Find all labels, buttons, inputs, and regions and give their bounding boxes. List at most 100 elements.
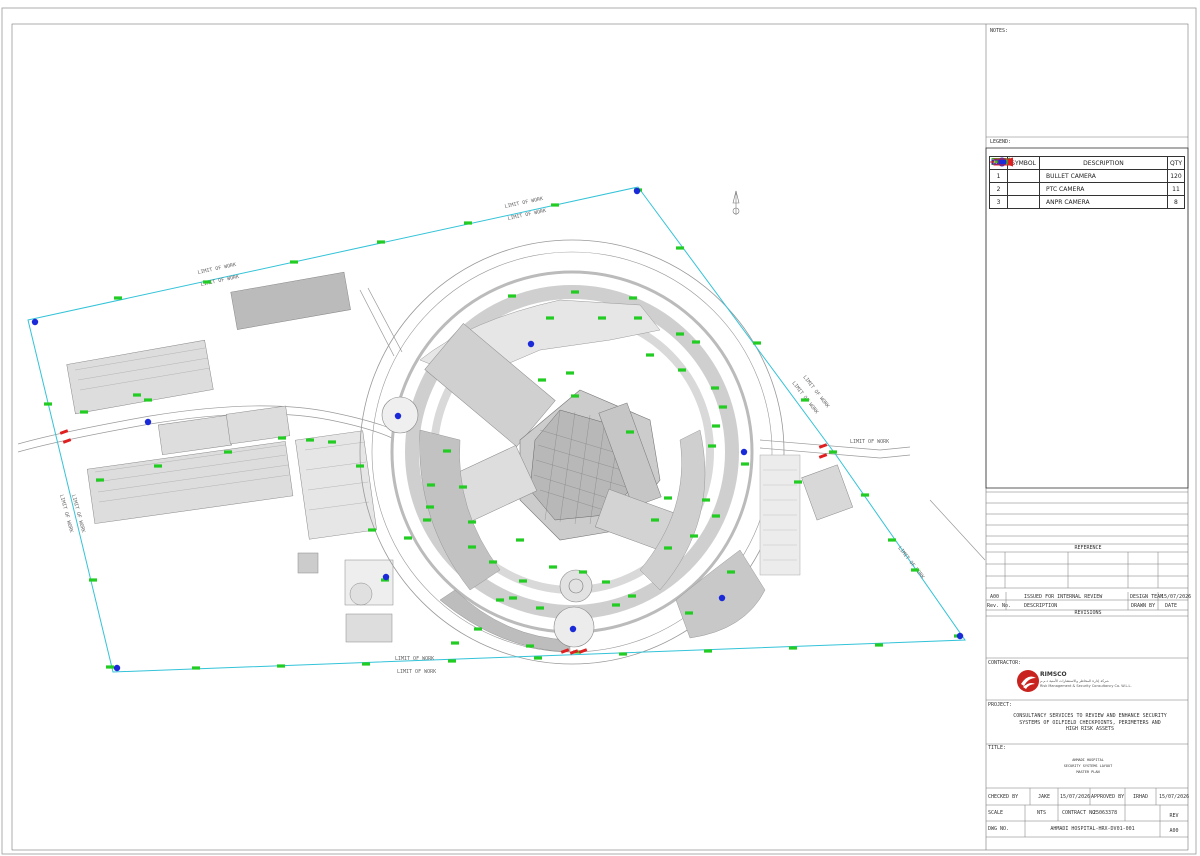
bullet-camera-icon — [192, 666, 200, 670]
bullet-camera-icon — [646, 353, 654, 357]
bullet-camera-icon — [114, 296, 122, 300]
bullet-camera-icon — [829, 450, 837, 454]
anpr-camera-icon — [59, 429, 69, 435]
bullet-camera-icon — [571, 290, 579, 294]
bullet-camera-icon — [727, 570, 735, 574]
dwg-no-label: DWG NO. — [988, 826, 1010, 832]
legend-header-description: DESCRIPTION — [1039, 156, 1168, 170]
limit-of-work-label: LIMIT OF WORK — [504, 196, 544, 210]
bullet-camera-icon — [106, 665, 114, 669]
bullet-camera-icon — [888, 538, 896, 542]
approved-by-value: IRHAD — [1132, 794, 1149, 800]
legend-header-qty: QTY — [1166, 156, 1186, 170]
legend-nos: 2 — [988, 182, 1009, 196]
hospital-complex — [359, 239, 854, 665]
bullet-camera-icon — [861, 493, 869, 497]
ptz-camera-icon — [740, 448, 748, 456]
bullet-camera-icon — [712, 514, 720, 518]
bullet-camera-icon — [634, 316, 642, 320]
ptz-camera-icon — [144, 418, 152, 426]
bullet-camera-icon — [489, 560, 497, 564]
checked-by-value: JAKE — [1037, 794, 1051, 800]
site-plan: LIMIT OF WORK LIMIT OF WORK LIMIT OF WOR… — [17, 186, 986, 675]
legend-row: 2 PTC CAMERA 11 — [988, 157, 1186, 196]
limit-of-work-label: LIMIT OF WORK — [197, 262, 237, 276]
anpr-camera-icon — [62, 438, 72, 444]
bullet-camera-icon — [44, 402, 52, 406]
contractor-arabic-name: شركة إدارة المخاطر والاستشارات الأمنية ذ… — [1040, 679, 1109, 683]
limit-of-work-label: LIMIT OF WORK — [850, 439, 889, 445]
bullet-camera-icon — [464, 221, 472, 225]
bullet-camera-icon — [546, 316, 554, 320]
legend-row: 3 ANPR CAMERA 8 — [988, 157, 1186, 209]
drawing-title-line-1: AHMADI HOSPITAL — [1072, 758, 1104, 762]
bullet-camera-icon — [794, 480, 802, 484]
legend-nos: 1 — [988, 169, 1009, 183]
north-arrow-icon — [732, 190, 740, 215]
bullet-camera-icon — [426, 505, 434, 509]
bullet-camera-icon — [676, 246, 684, 250]
bullet-camera-icon — [89, 578, 97, 582]
bullet-camera-icon — [534, 656, 542, 660]
project-label: PROJECT: — [988, 702, 1013, 708]
bullet-camera-icon — [368, 528, 376, 532]
bullet-camera-icon — [753, 341, 761, 345]
bullet-camera-icon — [629, 296, 637, 300]
ptz-camera-icon — [113, 664, 121, 672]
bullet-camera-icon — [678, 368, 686, 372]
legend-nos: 3 — [988, 195, 1009, 209]
bullet-camera-icon — [448, 659, 456, 663]
bullet-camera-icon — [474, 627, 482, 631]
bullet-camera-icon — [719, 405, 727, 409]
bullet-camera-icon — [423, 518, 431, 522]
reference-label: REFERENCE — [1074, 545, 1102, 551]
rev-label: REV — [1169, 813, 1179, 819]
bullet-camera-icon — [602, 580, 610, 584]
scale-value: NTS — [1036, 810, 1047, 816]
revision-header-description: DESCRIPTION — [1024, 603, 1058, 609]
revision-drawn-by: DESIGN TEAM — [1130, 594, 1164, 600]
legend-description: ANPR CAMERA — [1039, 195, 1168, 209]
dwg-number: AHMADI HOSPITAL-HRX-DV01-001 — [1050, 826, 1135, 832]
bullet-camera-icon — [801, 398, 809, 402]
bullet-camera-icon — [711, 386, 719, 390]
bullet-camera-icon — [509, 596, 517, 600]
rev-value: A00 — [1169, 828, 1179, 834]
bullet-camera-icon — [628, 594, 636, 598]
anpr-camera-icon — [818, 453, 828, 459]
bullet-camera-icon — [496, 598, 504, 602]
legend-label: LEGEND: — [990, 139, 1012, 145]
drawing-sheet: LIMIT OF WORK LIMIT OF WORK LIMIT OF WOR… — [0, 0, 1200, 856]
bullet-camera-icon — [133, 393, 141, 397]
residential-blocks — [66, 271, 394, 643]
bullet-camera-icon — [741, 462, 749, 466]
bullet-camera-icon — [356, 464, 364, 468]
anpr-camera-icon — [578, 648, 588, 654]
limit-of-work-label: LIMIT OF WORK — [397, 669, 436, 675]
bullet-camera-icon — [377, 240, 385, 244]
revision-number: A00 — [990, 594, 1000, 600]
bullet-camera-icon — [551, 203, 559, 207]
notes-label: NOTES: — [990, 28, 1009, 34]
legend-qty: 8 — [1166, 195, 1186, 209]
ptz-camera-icon — [569, 625, 577, 633]
limit-of-work-label: LIMIT OF WORK — [801, 375, 830, 410]
bullet-camera-icon — [468, 545, 476, 549]
bullet-camera-icon — [516, 538, 524, 542]
bullet-camera-icon — [676, 332, 684, 336]
legend-symbol-cell — [989, 157, 1041, 209]
bullet-camera-icon — [708, 444, 716, 448]
bullet-camera-icon — [278, 436, 286, 440]
bullet-camera-icon — [451, 641, 459, 645]
bullet-camera-icon — [536, 606, 544, 610]
bullet-camera-icon — [702, 498, 710, 502]
bullet-camera-icon — [306, 438, 314, 442]
bullet-camera-icon — [685, 611, 693, 615]
bullet-camera-icon — [154, 464, 162, 468]
bullet-camera-icon — [664, 546, 672, 550]
ptz-camera-icon — [527, 340, 535, 348]
checked-date: 15/07/2026 — [1060, 794, 1091, 800]
limit-of-work-label: LIMIT OF WORK — [896, 546, 925, 581]
bullet-camera-icon — [328, 440, 336, 444]
bullet-camera-icon — [144, 398, 152, 402]
